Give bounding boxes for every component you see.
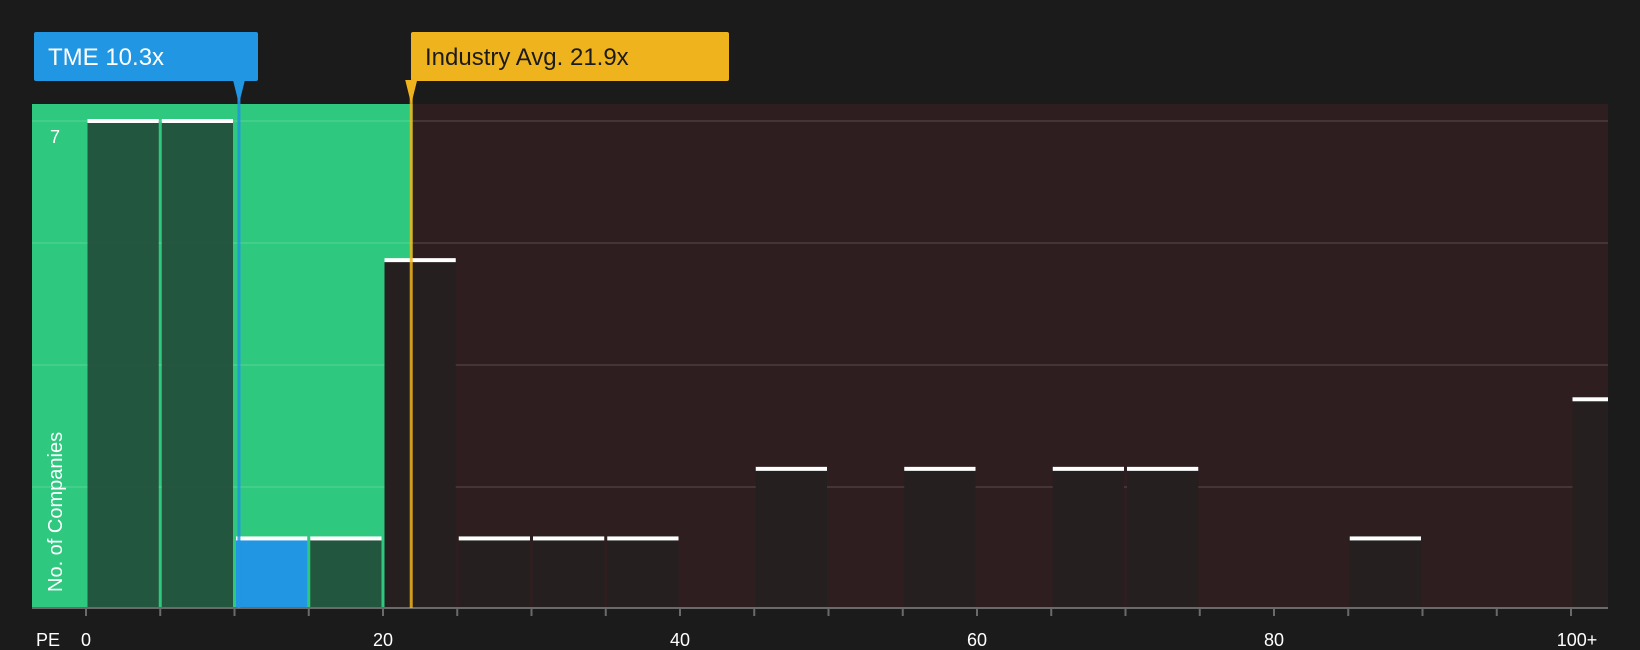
bar-cap: [1127, 466, 1199, 471]
industry-marker-pointer: [405, 80, 418, 104]
company-marker-label: TME 10.3x: [48, 44, 164, 71]
x-tick-label: 0: [81, 630, 91, 650]
bar-cap: [607, 536, 679, 541]
bar: [236, 538, 308, 608]
bar-cap: [236, 536, 308, 541]
x-tick-label: 80: [1264, 630, 1284, 650]
x-tick-label: 60: [967, 630, 987, 650]
industry-marker-label: Industry Avg. 21.9x: [425, 44, 629, 71]
y-tick-label-max: 7: [50, 127, 60, 147]
red-zone: [412, 104, 1609, 608]
bar-cap: [1052, 466, 1124, 471]
bar-cap: [161, 119, 233, 123]
bar: [607, 538, 679, 608]
x-tick-label: 100+: [1557, 630, 1598, 650]
bar: [1349, 538, 1421, 608]
bar-cap: [1572, 397, 1608, 402]
x-tick-label: 20: [373, 630, 393, 650]
bar-cap: [1349, 536, 1421, 541]
x-axis-label: PE: [36, 630, 60, 650]
bar: [384, 260, 456, 608]
bar: [310, 538, 382, 608]
bar-cap: [755, 466, 827, 471]
x-tick-label: 40: [670, 630, 690, 650]
bar: [161, 121, 233, 608]
bar: [1572, 399, 1608, 608]
bar: [1052, 468, 1124, 608]
bar-cap: [384, 258, 456, 263]
bar: [755, 468, 827, 608]
company-marker-pointer: [232, 80, 245, 104]
bar-cap: [310, 536, 382, 541]
pe-distribution-chart: 0 20 40 60 80 100+ 7 No. of Companies PE TME …: [32, 32, 1609, 650]
bar: [458, 538, 530, 608]
bar-cap: [904, 466, 976, 471]
bar: [1127, 468, 1199, 608]
bar-cap: [458, 536, 530, 541]
bar-cap: [533, 536, 605, 541]
x-axis-ticks: 0 20 40 60 80 100+: [81, 608, 1597, 650]
bar: [87, 121, 159, 608]
bar: [904, 468, 976, 608]
y-axis-label: No. of Companies: [45, 432, 67, 592]
bar: [533, 538, 605, 608]
bar-cap: [87, 119, 159, 123]
